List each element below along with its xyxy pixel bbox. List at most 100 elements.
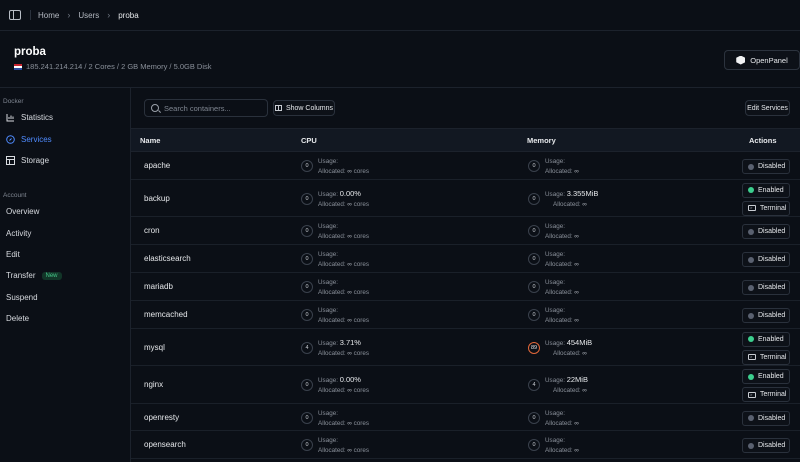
compass-icon	[6, 135, 15, 144]
terminal-button[interactable]: > Terminal	[742, 200, 790, 216]
disabled-toggle-button[interactable]: Disabled	[742, 308, 790, 323]
memory-dial: 0	[528, 192, 540, 205]
disabled-toggle-button[interactable]: Disabled	[742, 438, 790, 453]
usage-label: Usage:	[318, 158, 338, 165]
server-meta-text: 185.241.214.214 / 2 Cores / 2 GB Memory …	[26, 62, 212, 71]
sidebar-item-services[interactable]: Services	[6, 135, 52, 144]
sidebar-item-storage[interactable]: Storage	[6, 156, 49, 165]
server-meta: 185.241.214.214 / 2 Cores / 2 GB Memory …	[14, 62, 212, 71]
chevron-right-icon: ›	[107, 10, 111, 20]
status-label: Enabled	[758, 335, 784, 343]
infinity-symbol: ∞	[574, 233, 579, 240]
show-columns-button[interactable]: Show Columns	[273, 100, 335, 116]
terminal-icon: >	[748, 205, 756, 211]
column-header-name[interactable]: Name	[140, 136, 160, 145]
disabled-toggle-button[interactable]: Disabled	[742, 252, 790, 267]
column-header-memory[interactable]: Memory	[527, 136, 556, 145]
sidebar-item-statistics[interactable]: Statistics	[6, 113, 53, 122]
cores-unit: cores	[353, 168, 370, 175]
memory-dial: 0	[528, 439, 540, 451]
enabled-status-icon	[748, 187, 754, 193]
infinity-symbol: ∞	[574, 447, 579, 454]
flag-icon	[14, 63, 22, 70]
sidebar-item-overview[interactable]: Overview	[6, 207, 39, 216]
infinity-symbol: ∞	[347, 349, 352, 357]
disabled-toggle-button[interactable]: Disabled	[742, 224, 790, 239]
sidebar-item-activity[interactable]: Activity	[6, 229, 31, 238]
sidebar-item-suspend[interactable]: Suspend	[6, 293, 38, 302]
cores-unit: cores	[353, 317, 370, 324]
enabled-toggle-button[interactable]: Enabled	[742, 331, 790, 347]
sidebar-item-label: Transfer	[6, 271, 36, 280]
table-icon	[6, 156, 15, 165]
page-title: proba	[14, 46, 46, 58]
infinity-symbol: ∞	[582, 387, 587, 394]
container-name: nginx	[144, 380, 164, 389]
infinity-symbol: ∞	[347, 200, 352, 208]
status-label: Enabled	[758, 373, 784, 380]
enabled-status-icon	[748, 336, 754, 342]
column-header-actions: Actions	[749, 136, 777, 145]
column-header-cpu[interactable]: CPU	[301, 136, 317, 145]
enabled-status-icon	[748, 373, 754, 380]
infinity-symbol: ∞	[574, 317, 579, 324]
cpu-dial: 0	[301, 192, 313, 205]
cores-unit: cores	[353, 261, 370, 268]
infinity-symbol: ∞	[347, 168, 352, 175]
cpu-usage-value: 0.00%	[339, 188, 361, 198]
enabled-toggle-button[interactable]: Enabled	[742, 369, 790, 384]
usage-label: Usage:	[318, 223, 338, 230]
allocated-label: Allocated:	[318, 349, 346, 357]
memory-usage: Usage: Allocated: ∞	[545, 305, 579, 326]
allocated-label: Allocated:	[318, 233, 346, 240]
container-name: opensearch	[144, 440, 186, 449]
search-placeholder: Search containers...	[164, 103, 231, 113]
cores-unit: cores	[353, 447, 370, 454]
infinity-symbol: ∞	[347, 387, 352, 394]
status-label: Disabled	[758, 414, 786, 422]
edit-services-button[interactable]: Edit Services	[745, 100, 790, 116]
cpu-dial: 0	[301, 411, 313, 424]
sidebar-item-edit[interactable]: Edit	[6, 250, 20, 259]
usage-label: Usage:	[318, 437, 338, 444]
memory-dial: 0	[528, 309, 540, 321]
sidebar-item-label: Storage	[21, 156, 50, 165]
memory-usage: Usage: 3.355MiB Allocated: ∞	[545, 189, 598, 210]
terminal-button[interactable]: > Terminal	[742, 349, 790, 365]
cpu-usage: Usage: Allocated: ∞ cores	[318, 435, 369, 456]
sidebar-section-docker: Docker	[3, 98, 24, 105]
sidebar-toggle-icon[interactable]	[9, 10, 21, 20]
infinity-symbol: ∞	[582, 349, 587, 357]
allocated-label: Allocated:	[545, 289, 573, 296]
terminal-button[interactable]: > Terminal	[742, 387, 790, 402]
disabled-toggle-button[interactable]: Disabled	[742, 410, 790, 426]
sidebar-item-transfer[interactable]: Transfer New	[6, 271, 62, 280]
infinity-symbol: ∞	[574, 168, 579, 175]
columns-icon	[274, 105, 282, 111]
table-row: mariadb 0 Usage: Allocated: ∞ cores 0 Usage:…	[131, 273, 800, 301]
cpu-dial: 0	[301, 379, 313, 391]
container-name: backup	[144, 193, 170, 203]
cpu-usage: Usage: Allocated: ∞ cores	[318, 156, 369, 177]
breadcrumb-users[interactable]: Users	[78, 11, 99, 20]
usage-label: Usage:	[545, 377, 565, 384]
breadcrumb-home[interactable]: Home	[38, 11, 59, 20]
usage-label: Usage:	[545, 279, 565, 286]
memory-dial: 0	[528, 253, 540, 265]
cpu-dial: 0	[301, 281, 313, 293]
enabled-toggle-button[interactable]: Enabled	[742, 182, 790, 198]
sidebar-item-delete[interactable]: Delete	[6, 314, 29, 323]
search-input[interactable]: Search containers...	[144, 99, 268, 117]
openpanel-button[interactable]: OpenPanel	[724, 50, 800, 70]
infinity-symbol: ∞	[347, 233, 352, 240]
disabled-toggle-button[interactable]: Disabled	[742, 280, 790, 295]
memory-usage-value: 3.355MiB	[566, 188, 599, 198]
memory-usage-value: 22MiB	[566, 375, 588, 384]
memory-usage: Usage: 454MiB Allocated: ∞	[545, 338, 592, 359]
status-label: Disabled	[758, 163, 786, 170]
allocated-label: Allocated:	[545, 168, 573, 175]
cpu-dial: 0	[301, 439, 313, 451]
memory-usage-value: 454MiB	[566, 337, 593, 347]
container-name: elasticsearch	[144, 254, 191, 263]
disabled-toggle-button[interactable]: Disabled	[742, 159, 790, 174]
